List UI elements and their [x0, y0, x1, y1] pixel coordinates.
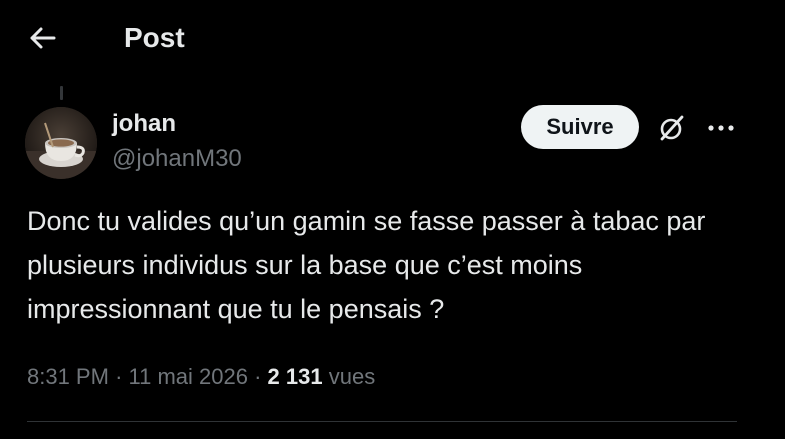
coffee-cup-avatar	[25, 107, 97, 179]
grok-button[interactable]	[654, 111, 690, 145]
author-handle[interactable]: @johanM30	[112, 143, 242, 175]
page-title: Post	[124, 22, 185, 53]
meta-separator: ·	[115, 364, 123, 389]
post-date[interactable]: 11 mai 2026	[129, 364, 248, 389]
more-dots-icon	[708, 125, 734, 131]
views-count: 2 131	[267, 364, 323, 389]
post-text: Donc tu valides qu’un gamin se fasse pas…	[27, 206, 706, 324]
post-time[interactable]: 8:31 PM	[27, 364, 109, 389]
post-meta: 8:31 PM · 11 mai 2026 · 2 131 vues	[27, 360, 375, 394]
post-page: Post johan @johanM30 Suivre Donc tu vali…	[0, 0, 785, 439]
meta-separator: ·	[254, 364, 262, 389]
divider	[27, 421, 737, 422]
arrow-left-icon	[30, 27, 56, 49]
thread-connector-line	[60, 86, 63, 100]
grok-icon	[660, 115, 684, 141]
follow-button[interactable]: Suivre	[521, 105, 639, 149]
avatar[interactable]	[25, 107, 97, 179]
author-name[interactable]: johan	[112, 108, 176, 140]
top-bar: Post	[0, 0, 785, 78]
views-label: vues	[328, 364, 376, 389]
back-button[interactable]	[24, 22, 60, 54]
more-options-button[interactable]	[703, 113, 739, 143]
